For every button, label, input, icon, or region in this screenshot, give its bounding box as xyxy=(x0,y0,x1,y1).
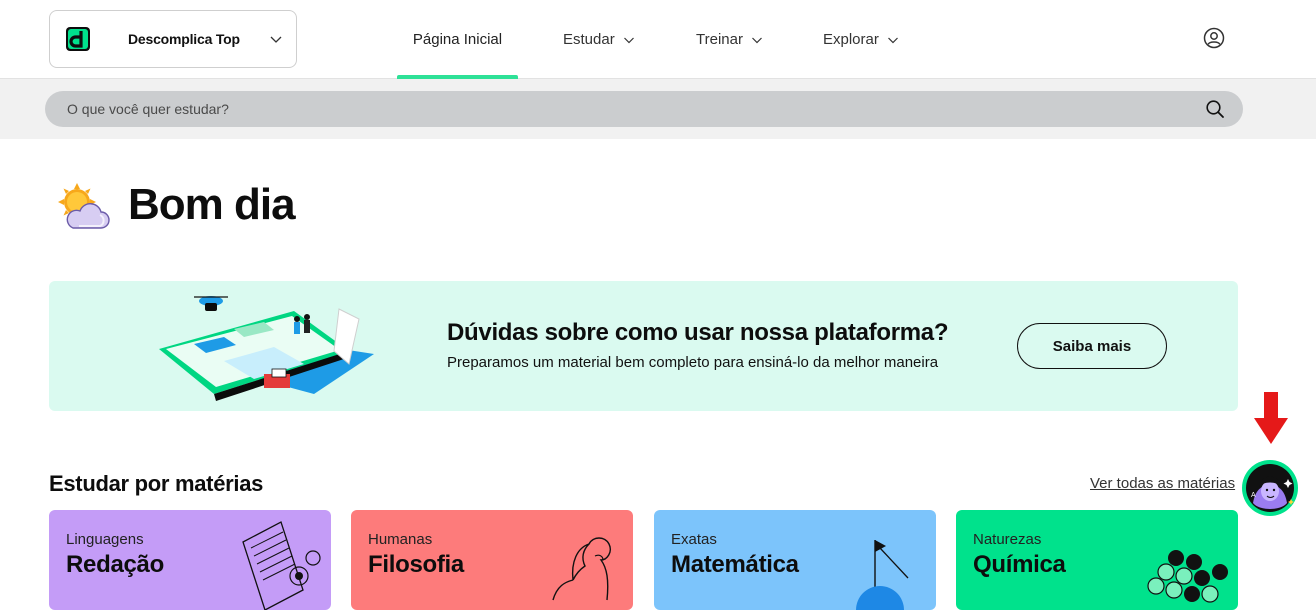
document-seal-icon xyxy=(242,521,321,610)
nav-item-label: Treinar xyxy=(696,31,743,48)
subject-category: Exatas xyxy=(671,531,717,548)
nav-item-treinar[interactable]: Treinar xyxy=(696,0,763,79)
subject-name: Filosofia xyxy=(368,551,464,578)
banner-title: Dúvidas sobre como usar nossa plataforma… xyxy=(447,319,949,346)
subject-card-filosofia[interactable]: Humanas Filosofia xyxy=(351,510,633,610)
arrow-down-icon xyxy=(1254,392,1288,444)
subject-category: Humanas xyxy=(368,531,433,548)
nav-item-home[interactable]: Página Inicial xyxy=(397,0,518,79)
plan-name: Descomplica Top xyxy=(128,31,240,47)
platform-illustration xyxy=(159,296,374,401)
flag-geometry-icon xyxy=(856,540,909,610)
thinker-statue-icon xyxy=(552,537,611,601)
nav-item-estudar[interactable]: Estudar xyxy=(563,0,635,79)
greeting-title: Bom dia xyxy=(128,180,296,229)
nav-item-label: Página Inicial xyxy=(412,31,503,48)
top-header: Descomplica Top Página Inicial Estudar T… xyxy=(0,0,1316,79)
subject-card-redacao[interactable]: Linguagens Redação xyxy=(49,510,331,610)
nav-item-label: Estudar xyxy=(563,31,615,48)
learn-more-button[interactable]: Saiba mais xyxy=(1017,323,1167,369)
subject-name: Química xyxy=(973,551,1066,578)
search-input[interactable] xyxy=(45,91,1195,127)
subject-category: Naturezas xyxy=(973,531,1042,548)
subject-name: Matemática xyxy=(671,551,799,578)
search-band xyxy=(0,79,1316,139)
subject-card-quimica[interactable]: Naturezas Química xyxy=(956,510,1238,610)
see-all-subjects-link[interactable]: Ver todas as matérias xyxy=(1090,475,1235,492)
subject-name: Redação xyxy=(66,551,164,578)
sun-behind-cloud-icon xyxy=(58,183,110,229)
chevron-down-icon xyxy=(270,36,282,43)
molecules-icon xyxy=(1147,550,1228,603)
chevron-down-icon xyxy=(623,37,634,43)
chevron-down-icon xyxy=(752,37,762,43)
subjects-section-title: Estudar por matérias xyxy=(49,471,264,496)
help-banner: Dúvidas sobre como usar nossa plataforma… xyxy=(49,281,1238,411)
plan-selector[interactable]: Descomplica Top xyxy=(49,10,297,68)
nav-item-label: Explorar xyxy=(823,31,879,48)
user-circle-icon[interactable] xyxy=(1203,27,1225,49)
subject-card-matematica[interactable]: Exatas Matemática xyxy=(654,510,936,610)
subject-category: Linguagens xyxy=(66,531,144,548)
search-icon[interactable] xyxy=(1205,99,1225,119)
svg-text:A: A xyxy=(1251,492,1256,499)
banner-subtitle: Preparamos um material bem completo para… xyxy=(447,354,939,371)
descomplica-logo-icon xyxy=(66,27,90,51)
search-bar xyxy=(45,91,1243,127)
chevron-down-icon xyxy=(887,37,898,43)
nav-item-explorar[interactable]: Explorar xyxy=(823,0,899,79)
assistant-avatar-icon[interactable]: A xyxy=(1241,459,1299,517)
